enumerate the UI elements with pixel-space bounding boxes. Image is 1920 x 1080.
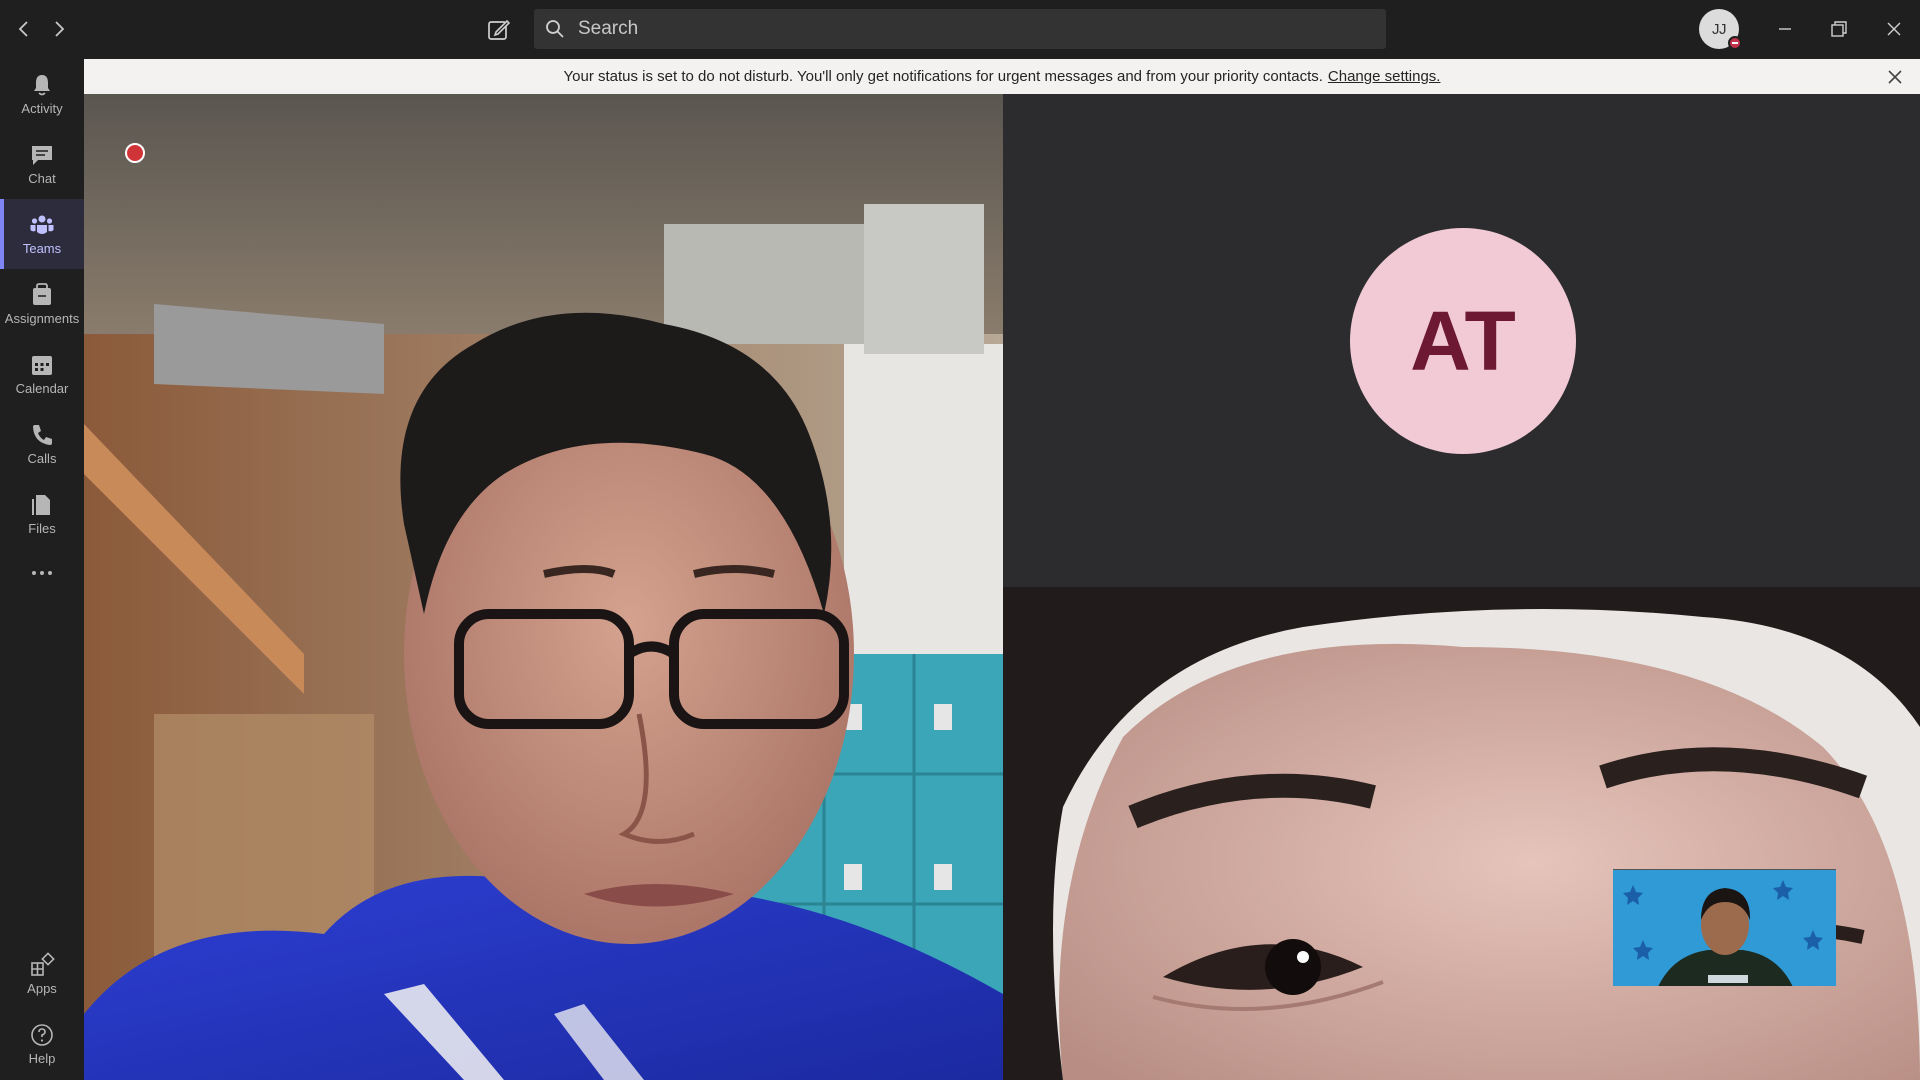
- rail-label: Assignments: [4, 311, 80, 326]
- chat-icon: [32, 146, 52, 165]
- rail-item-calls[interactable]: Calls: [0, 409, 84, 479]
- rail-item-help[interactable]: Help: [0, 1009, 84, 1079]
- rail-label: Calls: [27, 451, 57, 466]
- rail-label: Teams: [22, 241, 62, 256]
- participant-video-right[interactable]: [1003, 587, 1920, 1080]
- calendar-icon: [32, 356, 52, 375]
- teams-icon: [30, 215, 54, 234]
- do-not-disturb-status-icon: [1728, 36, 1742, 50]
- files-icon: [32, 495, 50, 515]
- change-settings-link[interactable]: Change settings.: [1328, 68, 1441, 85]
- dnd-status-banner: Your status is set to do not disturb. Yo…: [84, 59, 1920, 94]
- more-icon: [32, 570, 52, 575]
- search-icon: [546, 20, 564, 38]
- back-arrow-icon[interactable]: [14, 18, 34, 40]
- close-window-button[interactable]: [1879, 14, 1909, 44]
- rail-label: Activity: [21, 101, 63, 116]
- rail-item-assignments[interactable]: Assignments: [0, 269, 84, 339]
- search-input[interactable]: [566, 9, 1386, 49]
- assignments-icon: [33, 283, 51, 305]
- rail-item-calendar[interactable]: Calendar: [0, 339, 84, 409]
- rail-label: Help: [28, 1051, 56, 1066]
- self-view-video[interactable]: [1613, 869, 1836, 986]
- app-bar: Activity Chat Teams Assignments Calendar…: [0, 59, 84, 1080]
- new-chat-compose-icon[interactable]: [486, 17, 512, 43]
- rail-item-activity[interactable]: Activity: [0, 59, 84, 129]
- apps-icon: [31, 952, 55, 976]
- forward-arrow-icon[interactable]: [49, 18, 69, 40]
- user-avatar[interactable]: JJ: [1699, 9, 1742, 50]
- user-initials: JJ: [1712, 20, 1727, 38]
- banner-message: Your status is set to do not disturb. Yo…: [563, 68, 1323, 85]
- recording-indicator-icon: [125, 143, 145, 163]
- rail-label: Apps: [27, 981, 57, 996]
- search-box[interactable]: [534, 9, 1386, 49]
- rail-item-apps[interactable]: Apps: [0, 939, 84, 1009]
- title-bar: JJ: [0, 0, 1920, 59]
- minimize-button[interactable]: [1770, 14, 1800, 44]
- phone-icon: [33, 425, 52, 445]
- participant-video-left[interactable]: [84, 94, 1003, 1080]
- rail-label: Chat: [28, 171, 56, 186]
- bell-icon: [34, 75, 50, 96]
- rail-item-files[interactable]: Files: [0, 479, 84, 549]
- restore-button[interactable]: [1824, 14, 1854, 44]
- close-banner-icon[interactable]: [1886, 68, 1904, 86]
- more-apps-ellipsis[interactable]: [0, 549, 84, 599]
- rail-label: Calendar: [15, 381, 69, 396]
- rail-label: Files: [28, 521, 56, 536]
- participant-tile-at[interactable]: AT: [1003, 94, 1920, 587]
- rail-item-teams[interactable]: Teams: [0, 199, 84, 269]
- rail-item-chat[interactable]: Chat: [0, 129, 84, 199]
- help-icon: [31, 1024, 53, 1046]
- participant-avatar: AT: [1350, 228, 1576, 454]
